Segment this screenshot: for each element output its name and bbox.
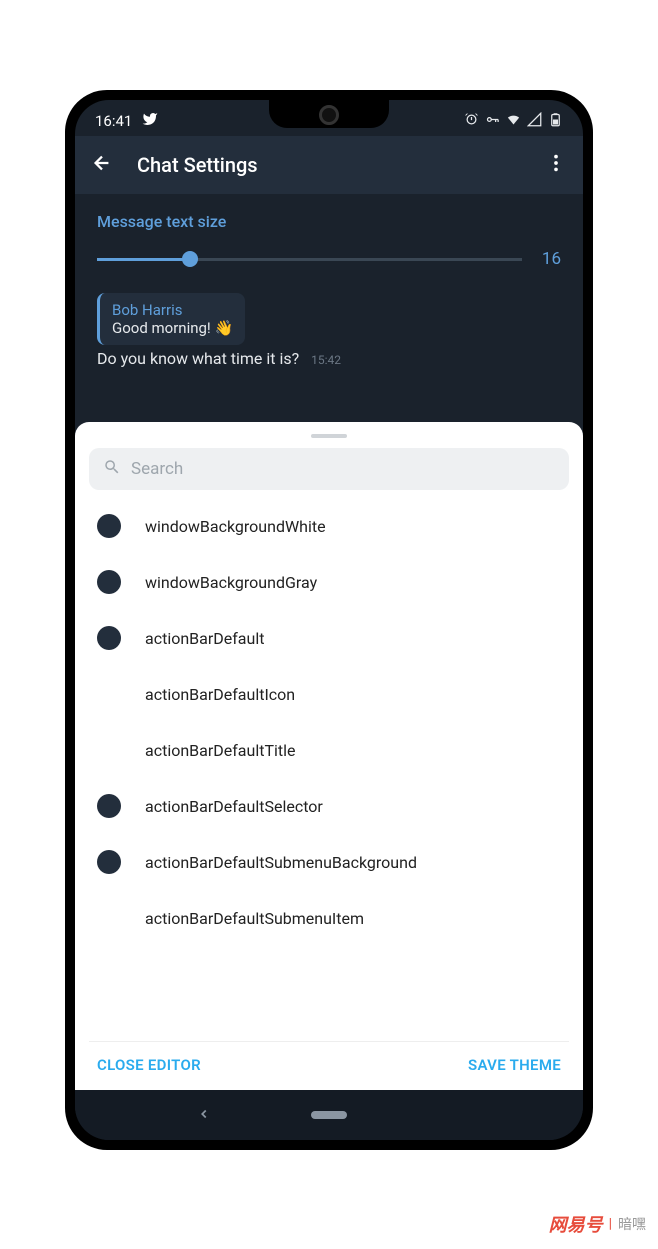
alarm-icon [464,112,479,131]
theme-item-label: actionBarDefaultSelector [145,797,323,816]
color-swatch [97,850,121,874]
phone-frame: 16:41 Chat Settings [65,90,593,1150]
back-button[interactable] [91,152,113,178]
color-swatch [97,570,121,594]
app-bar-title: Chat Settings [137,153,521,177]
status-time: 16:41 [95,112,132,130]
reply-bubble: Bob Harris Good morning! 👋 [97,293,245,345]
search-input[interactable] [131,459,555,479]
battery-icon [548,112,563,131]
sheet-actions: CLOSE EDITOR SAVE THEME [89,1041,569,1090]
theme-list[interactable]: windowBackgroundWhite windowBackgroundGra… [89,498,569,1041]
color-swatch [97,906,121,930]
save-theme-button[interactable]: SAVE THEME [468,1056,561,1074]
theme-item-label: actionBarDefaultIcon [145,685,295,704]
color-swatch [97,794,121,818]
more-button[interactable] [545,152,567,178]
chat-preview: Bob Harris Good morning! 👋 Do you know w… [75,279,583,368]
text-size-label: Message text size [97,212,561,231]
color-swatch [97,514,121,538]
phone-screen: 16:41 Chat Settings [75,100,583,1140]
wifi-icon [506,112,521,131]
watermark-text: 暗嘿 [618,1214,646,1234]
watermark: 网易号 | 暗嘿 [549,1211,646,1237]
signal-icon [527,112,542,131]
message-text: Do you know what time it is? [97,349,299,368]
nav-back-button[interactable] [197,1105,211,1126]
theme-item[interactable]: actionBarDefaultSubmenuItem [89,890,569,946]
theme-item[interactable]: actionBarDefaultIcon [89,666,569,722]
vpn-icon [485,112,500,131]
color-swatch [97,738,121,762]
message-time: 15:42 [311,353,341,367]
theme-item-label: actionBarDefault [145,629,264,648]
slider-thumb[interactable] [182,251,198,267]
text-size-slider[interactable] [97,258,522,261]
theme-item-label: windowBackgroundGray [145,573,317,592]
text-size-section: Message text size 16 [75,194,583,279]
color-swatch [97,626,121,650]
theme-item[interactable]: actionBarDefaultTitle [89,722,569,778]
theme-item[interactable]: windowBackgroundWhite [89,498,569,554]
theme-item-label: windowBackgroundWhite [145,517,326,536]
theme-item[interactable]: windowBackgroundGray [89,554,569,610]
watermark-brand: 网易号 [549,1211,603,1237]
search-box[interactable] [89,448,569,490]
bubble-name: Bob Harris [112,301,233,319]
nav-bar [75,1090,583,1140]
theme-item[interactable]: actionBarDefault [89,610,569,666]
color-swatch [97,682,121,706]
bubble-reply-text: Good morning! 👋 [112,319,233,337]
theme-editor-sheet: windowBackgroundWhite windowBackgroundGra… [75,422,583,1090]
theme-item[interactable]: actionBarDefaultSubmenuBackground [89,834,569,890]
theme-item-label: actionBarDefaultTitle [145,741,296,760]
theme-item-label: actionBarDefaultSubmenuItem [145,909,364,928]
app-bar: Chat Settings [75,136,583,194]
close-editor-button[interactable]: CLOSE EDITOR [97,1056,201,1074]
notch [269,100,389,128]
nav-home-button[interactable] [311,1111,347,1119]
search-icon [103,458,121,480]
theme-item[interactable]: actionBarDefaultSelector [89,778,569,834]
theme-item-label: actionBarDefaultSubmenuBackground [145,853,417,872]
text-size-value: 16 [542,249,561,269]
sheet-handle[interactable] [311,434,347,438]
twitter-icon [142,111,158,131]
